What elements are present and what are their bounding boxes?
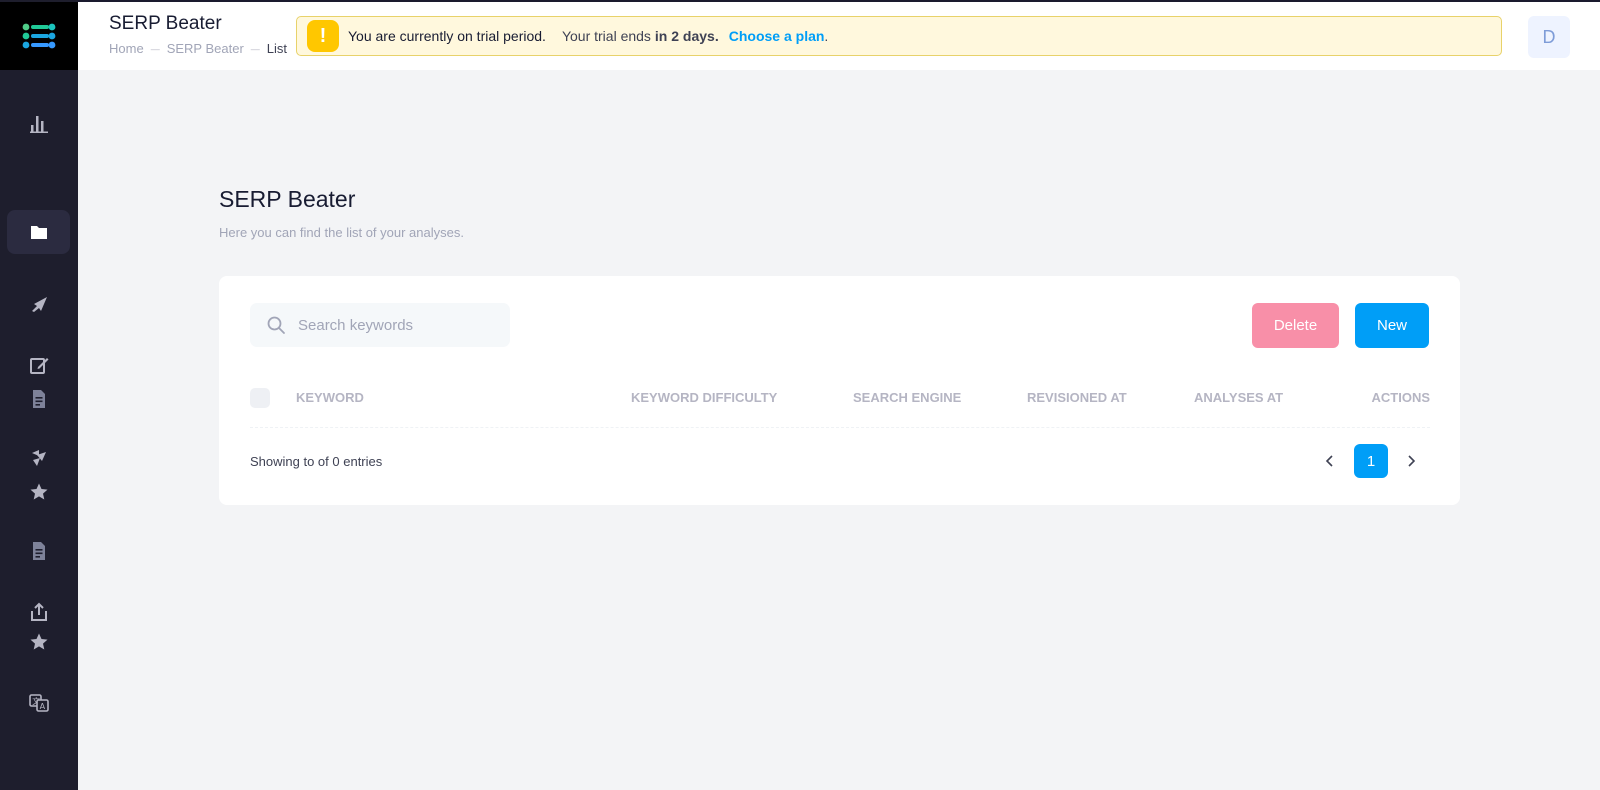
table-header: KEYWORD KEYWORD DIFFICULTY SEARCH ENGINE… [250,388,1430,428]
folder-icon [30,226,47,239]
column-analyses-at[interactable]: ANALYSES AT [1194,390,1283,405]
chevron-left-icon [1325,455,1333,467]
select-all-checkbox[interactable] [250,388,270,408]
search-icon [267,316,285,334]
sidebar-item-starred[interactable] [7,620,70,664]
new-button[interactable]: New [1355,303,1429,348]
svg-text:A: A [39,702,45,711]
sidebar-item-launch[interactable] [7,283,70,327]
search-input[interactable] [298,316,488,334]
breadcrumb-home[interactable]: Home [109,41,144,56]
sidebar-item-favorites[interactable] [7,470,70,514]
chevron-right-icon [1408,455,1416,467]
sidebar-item-translate[interactable]: 文A [7,681,70,725]
trial-message: You are currently on trial period. [348,28,546,44]
app-logo[interactable] [0,2,78,70]
breadcrumb: Home — SERP Beater — List [109,41,287,56]
column-revisioned-at[interactable]: REVISIONED AT [1027,390,1127,405]
search-box [250,303,510,347]
column-search-engine[interactable]: SEARCH ENGINE [853,390,961,405]
pagination-next[interactable] [1396,444,1426,478]
sidebar-item-folders[interactable] [7,210,70,254]
edit-icon [29,358,48,374]
trial-cta-suffix: . [824,28,829,44]
entries-info: Showing to of 0 entries [250,454,383,469]
sidebar-item-reports[interactable] [7,529,70,573]
translate-icon: 文A [28,694,49,712]
header: SERP Beater Home — SERP Beater — List ! … [78,2,1600,70]
page-title: SERP Beater [219,186,356,212]
sidebar-item-dashboard[interactable] [7,101,70,145]
pagination-page[interactable]: 1 [1354,444,1388,478]
breadcrumb-separator: — [150,43,160,54]
breadcrumb-current: List [266,41,288,56]
analyses-card: Delete New KEYWORD KEYWORD DIFFICULTY SE… [219,276,1460,505]
sidebar-item-documents[interactable] [7,377,70,421]
trial-ends-label: Your trial ends [561,28,651,44]
logo-icon [22,23,56,49]
column-keyword-difficulty[interactable]: KEYWORD DIFFICULTY [631,390,777,405]
star-icon [30,483,47,500]
page-subtitle: Here you can find the list of your analy… [219,225,464,240]
avatar[interactable]: D [1528,16,1570,58]
breadcrumb-serp-beater[interactable]: SERP Beater [167,41,244,56]
choose-plan-link[interactable]: Choose a plan [729,28,825,44]
sidebar: 文A [0,0,78,790]
pagination-prev[interactable] [1315,444,1345,478]
column-actions: ACTIONS [1371,390,1431,405]
trial-alert: ! You are currently on trial period. You… [296,16,1502,56]
delete-button[interactable]: Delete [1252,303,1339,348]
wand-icon [31,450,46,466]
document-icon [32,542,45,560]
app-title: SERP Beater [109,13,222,34]
star-icon [30,633,47,650]
column-keyword[interactable]: KEYWORD [296,390,364,405]
bar-chart-icon [29,116,48,133]
document-icon [32,390,45,408]
rocket-icon [31,297,47,312]
breadcrumb-separator: — [250,43,260,54]
warning-icon: ! [307,20,339,52]
trial-ends-value: in 2 days. [654,28,719,44]
